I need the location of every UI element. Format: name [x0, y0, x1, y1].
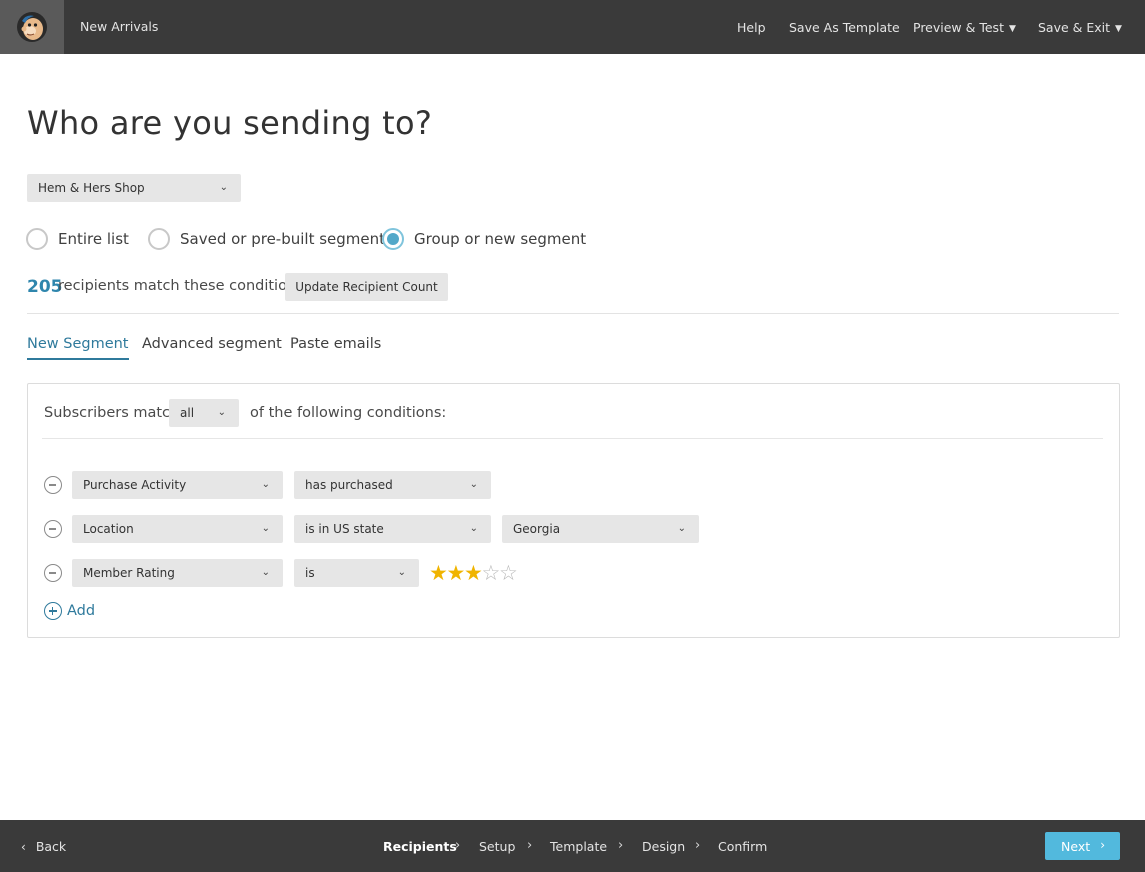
radio-label: Group or new segment: [414, 230, 587, 248]
conditions-suffix-label: of the following conditions:: [250, 405, 447, 421]
condition-operator-select[interactable]: is ⌄: [294, 559, 419, 587]
star-empty-icon[interactable]: ☆: [499, 561, 518, 585]
condition-field-value: Location: [83, 522, 134, 536]
chevron-down-icon: ⌄: [261, 523, 270, 534]
back-label: Back: [35, 839, 67, 854]
subscribers-match-label: Subscribers match: [44, 405, 180, 421]
chevron-right-icon: ›: [527, 838, 533, 853]
chevron-down-icon: ⌄: [677, 523, 686, 534]
step-confirm[interactable]: Confirm: [718, 839, 767, 854]
condition-operator-select[interactable]: is in US state ⌄: [294, 515, 491, 543]
radio-label: Saved or pre-built segment: [180, 230, 386, 248]
condition-field-select[interactable]: Location ⌄: [72, 515, 283, 543]
radio-group-new-segment[interactable]: Group or new segment: [382, 228, 586, 250]
star-filled-icon[interactable]: ★: [447, 561, 466, 585]
mailchimp-logo[interactable]: [0, 0, 64, 54]
radio-label: Entire list: [58, 230, 129, 248]
bottom-bar: ‹ Back Recipients › Setup › Template › De…: [0, 820, 1145, 872]
campaign-name: New Arrivals: [80, 19, 159, 34]
radio-button[interactable]: [26, 228, 48, 250]
section-divider: [27, 313, 1119, 314]
top-bar: New Arrivals Help Save As Template Previ…: [0, 0, 1145, 54]
save-exit-menu[interactable]: Save & Exit ▼: [1038, 20, 1122, 35]
caret-down-icon: ▼: [1115, 24, 1122, 34]
radio-button-selected[interactable]: [382, 228, 404, 250]
page-title: Who are you sending to?: [27, 104, 433, 142]
save-exit-label: Save & Exit: [1038, 20, 1111, 35]
tab-paste-emails[interactable]: Paste emails: [290, 336, 381, 358]
star-empty-icon[interactable]: ☆: [482, 561, 501, 585]
remove-condition-icon[interactable]: [44, 564, 62, 582]
chevron-down-icon: ⌄: [469, 479, 478, 490]
step-design[interactable]: Design: [642, 839, 685, 854]
list-select[interactable]: Hem & Hers Shop ⌄: [27, 174, 241, 202]
chevron-right-icon: ›: [618, 838, 624, 853]
radio-saved-segment[interactable]: Saved or pre-built segment: [148, 228, 385, 250]
save-as-template-link[interactable]: Save As Template: [789, 20, 900, 35]
radio-entire-list[interactable]: Entire list: [26, 228, 129, 250]
step-setup[interactable]: Setup: [479, 839, 515, 854]
chevron-down-icon: ⌄: [397, 567, 406, 578]
condition-operator-value: is in US state: [305, 522, 384, 536]
chevron-down-icon: ⌄: [217, 407, 226, 418]
tab-new-segment[interactable]: New Segment: [27, 336, 129, 360]
preview-test-label: Preview & Test: [913, 20, 1004, 35]
remove-condition-icon[interactable]: [44, 476, 62, 494]
caret-down-icon: ▼: [1008, 24, 1016, 34]
condition-operator-select[interactable]: has purchased ⌄: [294, 471, 491, 499]
add-condition-button[interactable]: Add: [44, 602, 95, 620]
condition-field-select[interactable]: Purchase Activity ⌄: [72, 471, 283, 499]
chevron-down-icon: ⌄: [261, 479, 270, 490]
chevron-left-icon: ‹: [21, 840, 26, 854]
match-select-value: all: [180, 406, 195, 420]
chevron-down-icon: ⌄: [469, 523, 478, 534]
recipient-count-text: recipients match these conditions.: [58, 278, 309, 294]
step-recipients[interactable]: Recipients: [383, 839, 457, 854]
condition-value: Georgia: [513, 522, 561, 536]
star-filled-icon[interactable]: ★: [429, 561, 448, 585]
panel-divider: [42, 438, 1103, 439]
add-condition-label: Add: [67, 603, 96, 619]
step-template[interactable]: Template: [550, 839, 607, 854]
help-link[interactable]: Help: [737, 20, 766, 35]
remove-condition-icon[interactable]: [44, 520, 62, 538]
condition-operator-value: has purchased: [305, 478, 393, 492]
back-button[interactable]: ‹ Back: [21, 839, 66, 854]
list-select-value: Hem & Hers Shop: [38, 181, 145, 195]
radio-button[interactable]: [148, 228, 170, 250]
chevron-right-icon: ›: [455, 838, 461, 853]
chevron-right-icon: ›: [695, 838, 701, 853]
member-rating-stars[interactable]: ★ ★ ★ ☆ ☆: [429, 561, 518, 585]
update-recipient-count-button[interactable]: Update Recipient Count: [285, 273, 448, 301]
condition-field-select[interactable]: Member Rating ⌄: [72, 559, 283, 587]
tab-advanced-segment[interactable]: Advanced segment: [142, 336, 282, 358]
chevron-right-icon: ›: [1100, 838, 1105, 852]
preview-test-menu[interactable]: Preview & Test ▼: [913, 20, 1016, 35]
next-label: Next: [1061, 838, 1091, 854]
condition-operator-value: is: [305, 566, 315, 580]
condition-field-value: Member Rating: [83, 566, 175, 580]
chimp-logo-icon: [17, 12, 47, 42]
next-button[interactable]: Next ›: [1045, 832, 1120, 860]
star-filled-icon[interactable]: ★: [464, 561, 483, 585]
chevron-down-icon: ⌄: [261, 567, 270, 578]
condition-value-select[interactable]: Georgia ⌄: [502, 515, 699, 543]
chevron-down-icon: ⌄: [219, 182, 228, 193]
match-select[interactable]: all ⌄: [169, 399, 239, 427]
condition-field-value: Purchase Activity: [83, 478, 187, 492]
plus-circle-icon: [44, 602, 62, 620]
